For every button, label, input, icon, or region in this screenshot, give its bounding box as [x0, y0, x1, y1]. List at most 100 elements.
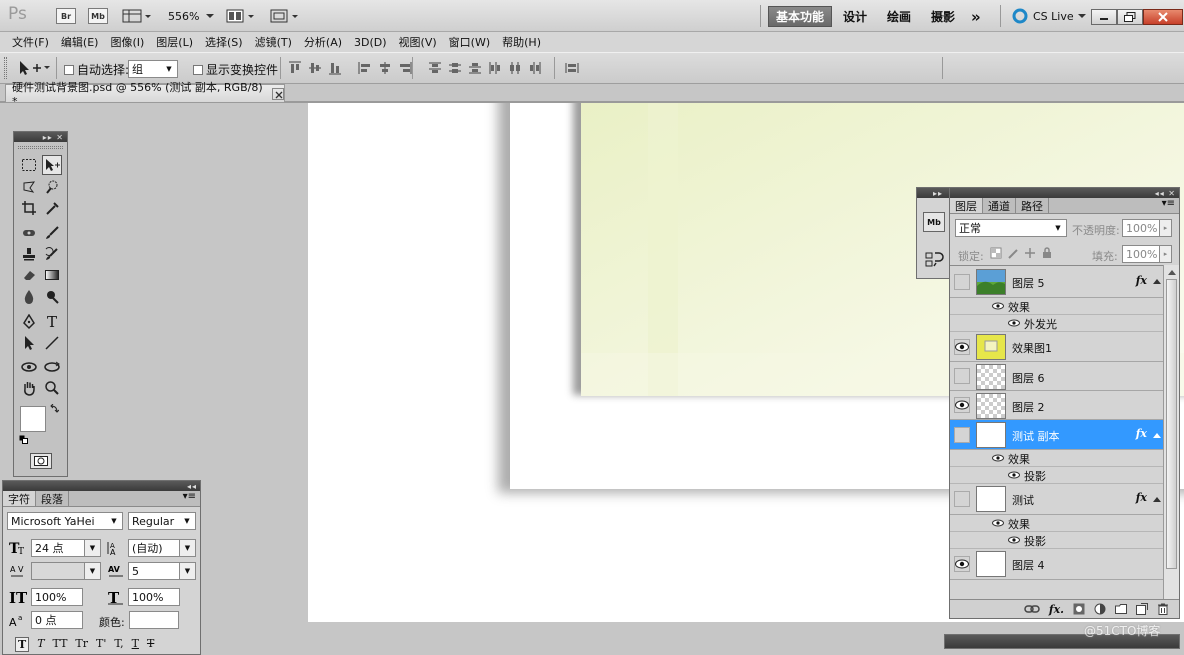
marquee-tool-icon[interactable]: [19, 155, 39, 175]
effect-row[interactable]: 外发光: [950, 315, 1163, 332]
effects-row[interactable]: 效果: [950, 298, 1163, 315]
distribute-bottom-icon[interactable]: [468, 61, 482, 75]
menu-window[interactable]: 窗口(W): [443, 34, 496, 50]
quick-selection-tool-icon[interactable]: [42, 177, 62, 197]
font-size-field[interactable]: 24 点 ▼: [31, 539, 101, 557]
visibility-toggle[interactable]: [954, 339, 970, 355]
mini-bridge-button[interactable]: Mb: [88, 6, 108, 26]
visibility-toggle[interactable]: [954, 556, 970, 572]
eye-icon[interactable]: [1008, 536, 1020, 544]
minimize-button[interactable]: [1091, 9, 1117, 25]
eye-icon[interactable]: [992, 302, 1004, 310]
effect-row[interactable]: 投影: [950, 532, 1163, 549]
lock-position-icon[interactable]: [1024, 247, 1036, 259]
faux-bold-button[interactable]: T: [15, 637, 30, 652]
zoom-level-dropdown[interactable]: 556%: [168, 6, 216, 26]
layer-row[interactable]: 图层 6: [950, 362, 1163, 391]
visibility-toggle[interactable]: [954, 397, 970, 413]
font-style-dropdown[interactable]: Regular ▼: [128, 512, 196, 530]
gradient-tool-icon[interactable]: [42, 265, 62, 285]
foreground-color-swatch[interactable]: [20, 406, 46, 432]
fx-icon[interactable]: fx: [1136, 491, 1147, 504]
chevron-right-icon[interactable]: ▸: [1159, 246, 1171, 262]
faux-italic-button[interactable]: T: [37, 637, 44, 652]
trash-icon[interactable]: [1157, 603, 1169, 615]
horizontal-scale-field[interactable]: 100%: [128, 588, 180, 606]
eraser-tool-icon[interactable]: [19, 265, 39, 285]
menu-help[interactable]: 帮助(H): [496, 34, 547, 50]
align-left-icon[interactable]: [358, 61, 372, 75]
path-selection-tool-icon[interactable]: [19, 333, 39, 353]
document-tab[interactable]: 硬件测试背景图.psd @ 556% (测试 副本, RGB/8) *: [5, 81, 285, 108]
lock-all-icon[interactable]: [1041, 247, 1053, 259]
tab-layers[interactable]: 图层: [950, 198, 983, 213]
fx-icon[interactable]: fx: [1136, 427, 1147, 440]
spot-healing-brush-icon[interactable]: [19, 223, 39, 243]
tracking-field[interactable]: 5 ▼: [128, 562, 196, 580]
text-color-swatch[interactable]: [129, 611, 179, 629]
clone-stamp-tool-icon[interactable]: [19, 244, 39, 264]
lock-image-icon[interactable]: [1007, 247, 1019, 259]
effect-row[interactable]: 投影: [950, 467, 1163, 484]
menu-image[interactable]: 图像(I): [104, 34, 150, 50]
visibility-toggle[interactable]: [954, 491, 970, 507]
collapse-effects-icon[interactable]: [1153, 496, 1161, 502]
line-tool-icon[interactable]: [42, 333, 62, 353]
hand-tool-icon[interactable]: [19, 378, 39, 398]
add-layer-style-icon[interactable]: fx.: [1049, 603, 1064, 616]
visibility-toggle[interactable]: [954, 274, 970, 290]
effects-row[interactable]: 效果: [950, 450, 1163, 467]
3d-orbit-tool-icon[interactable]: [42, 357, 62, 377]
workspace-photography[interactable]: 摄影: [924, 6, 962, 27]
eye-icon[interactable]: [992, 454, 1004, 462]
blur-tool-icon[interactable]: [19, 287, 39, 307]
tools-panel-header[interactable]: ▸▸ ✕: [14, 132, 67, 142]
eye-icon[interactable]: [1008, 471, 1020, 479]
bridge-button[interactable]: Br: [56, 6, 76, 26]
distribute-hcenter-icon[interactable]: [508, 61, 522, 75]
new-layer-icon[interactable]: [1136, 603, 1148, 615]
history-panel-icon[interactable]: [925, 250, 945, 270]
panel-menu-icon[interactable]: ▾≡: [183, 491, 200, 506]
subscript-button[interactable]: T,: [114, 637, 123, 652]
collapse-effects-icon[interactable]: [1153, 432, 1161, 438]
align-hcenter-icon[interactable]: [378, 61, 392, 75]
font-family-dropdown[interactable]: Microsoft YaHei ▼: [7, 512, 123, 530]
show-transform-check[interactable]: [193, 64, 203, 75]
layers-panel-header[interactable]: ◂◂ ✕: [950, 188, 1179, 198]
kerning-field[interactable]: ▼: [31, 562, 101, 580]
workspace-painting[interactable]: 绘画: [880, 6, 918, 27]
fill-field[interactable]: 100% ▸: [1122, 245, 1172, 263]
chevron-down-icon[interactable]: ▼: [179, 563, 195, 579]
chevron-down-icon[interactable]: ▼: [179, 540, 195, 556]
collapse-effects-icon[interactable]: [1153, 278, 1161, 284]
distribute-top-icon[interactable]: [428, 61, 442, 75]
scrollbar-thumb[interactable]: [1166, 279, 1177, 569]
tab-character[interactable]: 字符: [3, 491, 36, 506]
align-top-icon[interactable]: [288, 61, 302, 75]
layers-scrollbar[interactable]: [1163, 265, 1179, 599]
restore-button[interactable]: [1117, 9, 1143, 25]
align-bottom-icon[interactable]: [328, 61, 342, 75]
tool-preset-picker[interactable]: [16, 59, 50, 77]
tab-paths[interactable]: 路径: [1016, 198, 1049, 213]
visibility-toggle[interactable]: [954, 427, 970, 443]
menu-select[interactable]: 选择(S): [199, 34, 249, 50]
blend-mode-dropdown[interactable]: 正常 ▼: [955, 219, 1067, 237]
layer-row-selected[interactable]: 测试 副本 fx: [950, 420, 1163, 450]
add-mask-icon[interactable]: [1073, 603, 1085, 615]
cs-live-button[interactable]: CS Live: [1012, 6, 1087, 26]
align-vcenter-icon[interactable]: [308, 61, 322, 75]
distribute-vcenter-icon[interactable]: [448, 61, 462, 75]
menu-layer[interactable]: 图层(L): [150, 34, 199, 50]
arrange-documents-button[interactable]: [226, 6, 258, 26]
dodge-tool-icon[interactable]: [42, 287, 62, 307]
chevron-right-icon[interactable]: ▸: [1159, 220, 1171, 236]
distribute-left-icon[interactable]: [488, 61, 502, 75]
eye-icon[interactable]: [1008, 319, 1020, 327]
panel-menu-icon[interactable]: ▾≡: [1162, 198, 1179, 213]
fx-icon[interactable]: fx: [1136, 274, 1147, 287]
move-tool-icon[interactable]: [42, 155, 62, 175]
lock-transparent-icon[interactable]: [990, 247, 1002, 259]
superscript-button[interactable]: T': [96, 637, 106, 652]
